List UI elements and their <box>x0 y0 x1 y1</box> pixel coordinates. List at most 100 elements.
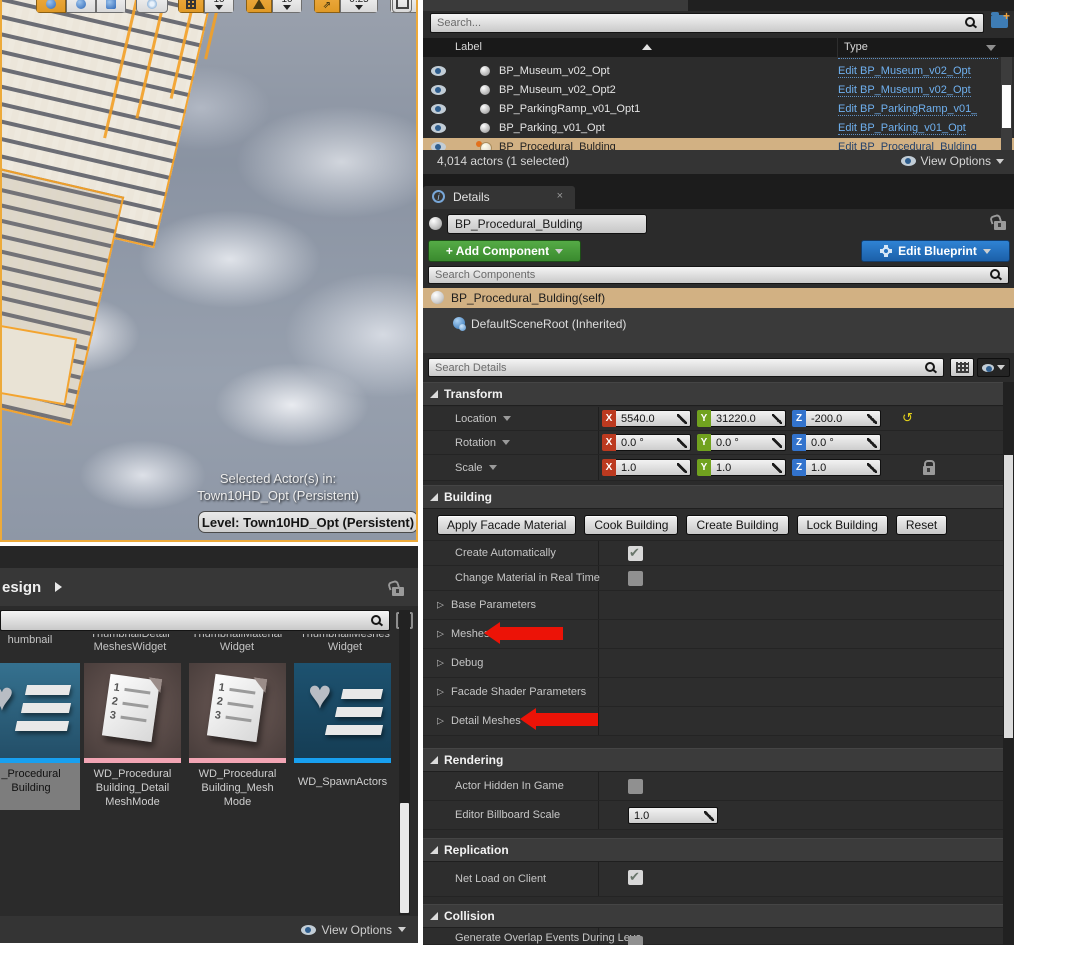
generate-overlap-checkbox[interactable] <box>628 936 643 945</box>
visibility-eye-icon[interactable] <box>431 123 446 133</box>
breadcrumb[interactable]: esign <box>2 579 41 596</box>
actor-name-field[interactable]: BP_Procedural_Bulding <box>447 214 647 234</box>
content-browser-search-input[interactable] <box>0 610 390 631</box>
property-label[interactable]: Rotation <box>455 437 496 449</box>
property-matrix-button[interactable] <box>950 358 974 377</box>
scale-z-field[interactable]: Z 1.0 <box>792 459 881 476</box>
actor-label[interactable]: BP_Museum_v02_Opt2 <box>499 84 616 96</box>
asset-tile-wd-spawnactors[interactable]: ♥ WD_SpawnActors <box>294 663 391 789</box>
group-detail-meshes[interactable]: ▷ Detail Meshes <box>423 707 1014 736</box>
view-options-button[interactable]: View Options <box>322 923 392 937</box>
level-badge[interactable]: Level: Town10HD_Opt (Persistent) <box>198 511 418 533</box>
location-z-field[interactable]: Z -200.0 <box>792 410 881 427</box>
maximize-viewport-button[interactable] <box>392 0 412 13</box>
search-details-input[interactable]: Search Details <box>428 358 944 377</box>
section-building[interactable]: Building <box>423 485 1014 509</box>
visibility-eye-icon[interactable] <box>431 85 446 95</box>
actor-type-link[interactable]: Edit BP_Procedural_Bulding <box>838 141 977 150</box>
spinner-icon[interactable] <box>772 414 782 424</box>
spinner-icon[interactable] <box>677 438 687 448</box>
create-building-button[interactable]: Create Building <box>686 515 788 535</box>
viewport-3d[interactable]: 10 10 ⇗ 0.25 🎥 4 <box>0 0 418 542</box>
expander-icon[interactable]: ▷ <box>437 629 444 640</box>
scale-snap-toggle-button[interactable]: ⇗ <box>314 0 340 13</box>
asset-tile-wd-procedural-building-detail-meshmode[interactable]: 1 2 3 WD_Procedural Building_Detail Mesh… <box>84 663 181 809</box>
spinner-icon[interactable] <box>867 414 877 424</box>
expander-icon[interactable]: ▷ <box>437 658 444 669</box>
scale-x-field[interactable]: X 1.0 <box>602 459 691 476</box>
actor-type-link[interactable]: Edit BP_Museum_v02_Opt <box>838 65 971 78</box>
lock-building-button[interactable]: Lock Building <box>797 515 888 535</box>
table-row-selected[interactable]: BP_Procedural_Bulding Edit BP_Procedural… <box>423 138 1014 150</box>
component-root-row[interactable]: DefaultSceneRoot (Inherited) <box>423 314 1014 334</box>
actor-type-link[interactable]: Edit BP_Parking_v01_Opt <box>838 122 966 135</box>
table-row[interactable]: BP_Museum_v02_Opt2 Edit BP_Museum_v02_Op… <box>423 81 1014 100</box>
world-local-toggle-button[interactable] <box>136 0 168 13</box>
section-rendering[interactable]: Rendering <box>423 748 1014 772</box>
spinner-icon[interactable] <box>704 811 714 821</box>
visibility-eye-icon[interactable] <box>431 104 446 114</box>
visibility-eye-icon[interactable] <box>431 142 446 150</box>
visibility-eye-icon[interactable] <box>431 66 446 76</box>
filter-icon[interactable] <box>986 45 996 51</box>
asset-tile-wd-procedural-building[interactable]: ♥ _Procedural Building <box>0 663 80 810</box>
tab-details[interactable]: i Details × <box>423 186 575 209</box>
edit-blueprint-button[interactable]: Edit Blueprint <box>861 240 1010 262</box>
spinner-icon[interactable] <box>677 463 687 473</box>
asset-tile-wd-procedural-building-mesh-mode[interactable]: 1 2 3 WD_Procedural Building_Mesh Mode <box>189 663 286 809</box>
scale-y-field[interactable]: Y 1.0 <box>697 459 786 476</box>
new-folder-icon[interactable] <box>991 15 1008 28</box>
rotation-snap-value-button[interactable]: 10 <box>272 0 302 13</box>
sort-ascending-icon[interactable] <box>642 44 652 50</box>
actor-label[interactable]: BP_Museum_v02_Opt <box>499 65 610 77</box>
expander-icon[interactable]: ▷ <box>437 716 444 727</box>
spinner-icon[interactable] <box>867 463 877 473</box>
actor-type-link[interactable]: Edit BP_Museum_v02_Opt <box>838 84 971 97</box>
section-collision[interactable]: Collision <box>423 904 1014 928</box>
view-options-button[interactable]: View Options <box>921 154 991 168</box>
billboard-scale-field[interactable]: 1.0 <box>628 807 718 824</box>
outliner-scrollbar-thumb[interactable] <box>1002 85 1011 128</box>
spinner-icon[interactable] <box>772 438 782 448</box>
section-replication[interactable]: Replication <box>423 838 1014 862</box>
net-load-checkbox[interactable] <box>628 870 643 885</box>
location-x-field[interactable]: X 5540.0 <box>602 410 691 427</box>
scale-tool-button[interactable] <box>96 0 126 13</box>
outliner-tab[interactable] <box>423 0 688 11</box>
group-base-parameters[interactable]: ▷ Base Parameters <box>423 591 1014 620</box>
move-tool-button[interactable] <box>36 0 66 13</box>
property-label[interactable]: Location <box>455 413 497 425</box>
component-self-row[interactable]: BP_Procedural_Bulding(self) <box>423 288 1014 308</box>
column-label[interactable]: Label <box>455 41 482 53</box>
reset-button[interactable]: Reset <box>896 515 947 535</box>
lock-icon[interactable] <box>994 221 1006 230</box>
lock-icon[interactable] <box>392 587 404 596</box>
table-row[interactable]: BP_Parking_v01_Opt Edit BP_Parking_v01_O… <box>423 119 1014 138</box>
rotation-y-field[interactable]: Y 0.0 ° <box>697 434 786 451</box>
actor-hidden-checkbox[interactable] <box>628 779 643 794</box>
actor-label[interactable]: BP_Procedural_Bulding <box>499 141 616 150</box>
actor-label[interactable]: BP_ParkingRamp_v01_Opt1 <box>499 103 640 115</box>
scale-snap-value-button[interactable]: 0.25 <box>340 0 378 13</box>
cook-building-button[interactable]: Cook Building <box>584 515 678 535</box>
uniform-scale-lock-icon[interactable] <box>923 466 935 475</box>
spinner-icon[interactable] <box>867 438 877 448</box>
rotation-x-field[interactable]: X 0.0 ° <box>602 434 691 451</box>
search-components-input[interactable]: Search Components <box>428 266 1009 284</box>
grid-snap-value-button[interactable]: 10 <box>204 0 234 13</box>
group-facade-shader-parameters[interactable]: ▷ Facade Shader Parameters <box>423 678 1014 707</box>
actor-type-link[interactable]: Edit BP_ParkingRamp_v01_ <box>838 103 977 116</box>
property-label[interactable]: Scale <box>455 462 483 474</box>
content-browser-scrollbar-thumb[interactable] <box>400 803 409 913</box>
outliner-search-input[interactable]: Search... <box>430 13 984 33</box>
apply-facade-material-button[interactable]: Apply Facade Material <box>437 515 576 535</box>
spinner-icon[interactable] <box>772 463 782 473</box>
actor-label[interactable]: BP_Parking_v01_Opt <box>499 122 605 134</box>
close-icon[interactable]: × <box>557 190 563 202</box>
expander-icon[interactable]: ▷ <box>437 600 444 611</box>
rotation-z-field[interactable]: Z 0.0 ° <box>792 434 881 451</box>
expander-icon[interactable]: ▷ <box>437 687 444 698</box>
table-row[interactable]: BP_Museum_v02_Opt Edit BP_Museum_v02_Opt <box>423 62 1014 81</box>
create-automatically-checkbox[interactable] <box>628 546 643 561</box>
details-scrollbar-thumb[interactable] <box>1004 455 1013 738</box>
